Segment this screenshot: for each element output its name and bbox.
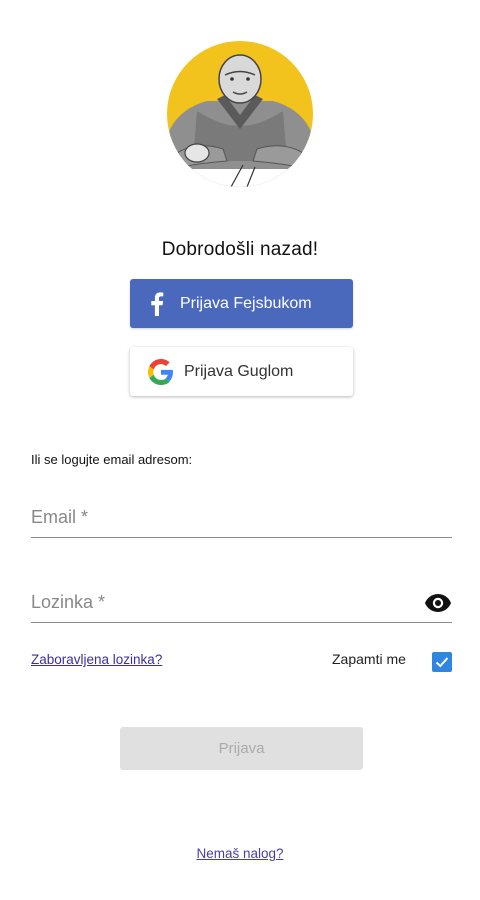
welcome-heading: Dobrodošli nazad! (161, 239, 319, 260)
google-login-label: Prijava Guglom (184, 362, 294, 380)
remember-me-checkbox[interactable] (432, 652, 452, 672)
facebook-icon (150, 291, 164, 316)
remember-me-label: Zapamti me (332, 651, 406, 667)
email-field[interactable] (31, 498, 452, 537)
signup-link[interactable]: Nemaš nalog? (0, 846, 480, 861)
facebook-login-label: Prijava Fejsbukom (180, 294, 312, 312)
checkmark-icon (435, 657, 449, 668)
avatar-illustration (167, 41, 313, 187)
login-button[interactable]: Prijava (120, 727, 363, 770)
password-field-container (31, 583, 452, 623)
email-field-container (31, 498, 452, 538)
forgot-password-link[interactable]: Zaboravljena lozinka? (31, 652, 162, 667)
google-icon (148, 358, 174, 385)
email-login-hint: Ili se logujte email adresom: (31, 452, 193, 467)
password-field[interactable] (31, 583, 452, 622)
avatar (167, 41, 313, 187)
facebook-login-button[interactable]: Prijava Fejsbukom (130, 279, 353, 328)
show-password-icon[interactable] (424, 593, 452, 613)
google-login-button[interactable]: Prijava Guglom (130, 347, 353, 396)
